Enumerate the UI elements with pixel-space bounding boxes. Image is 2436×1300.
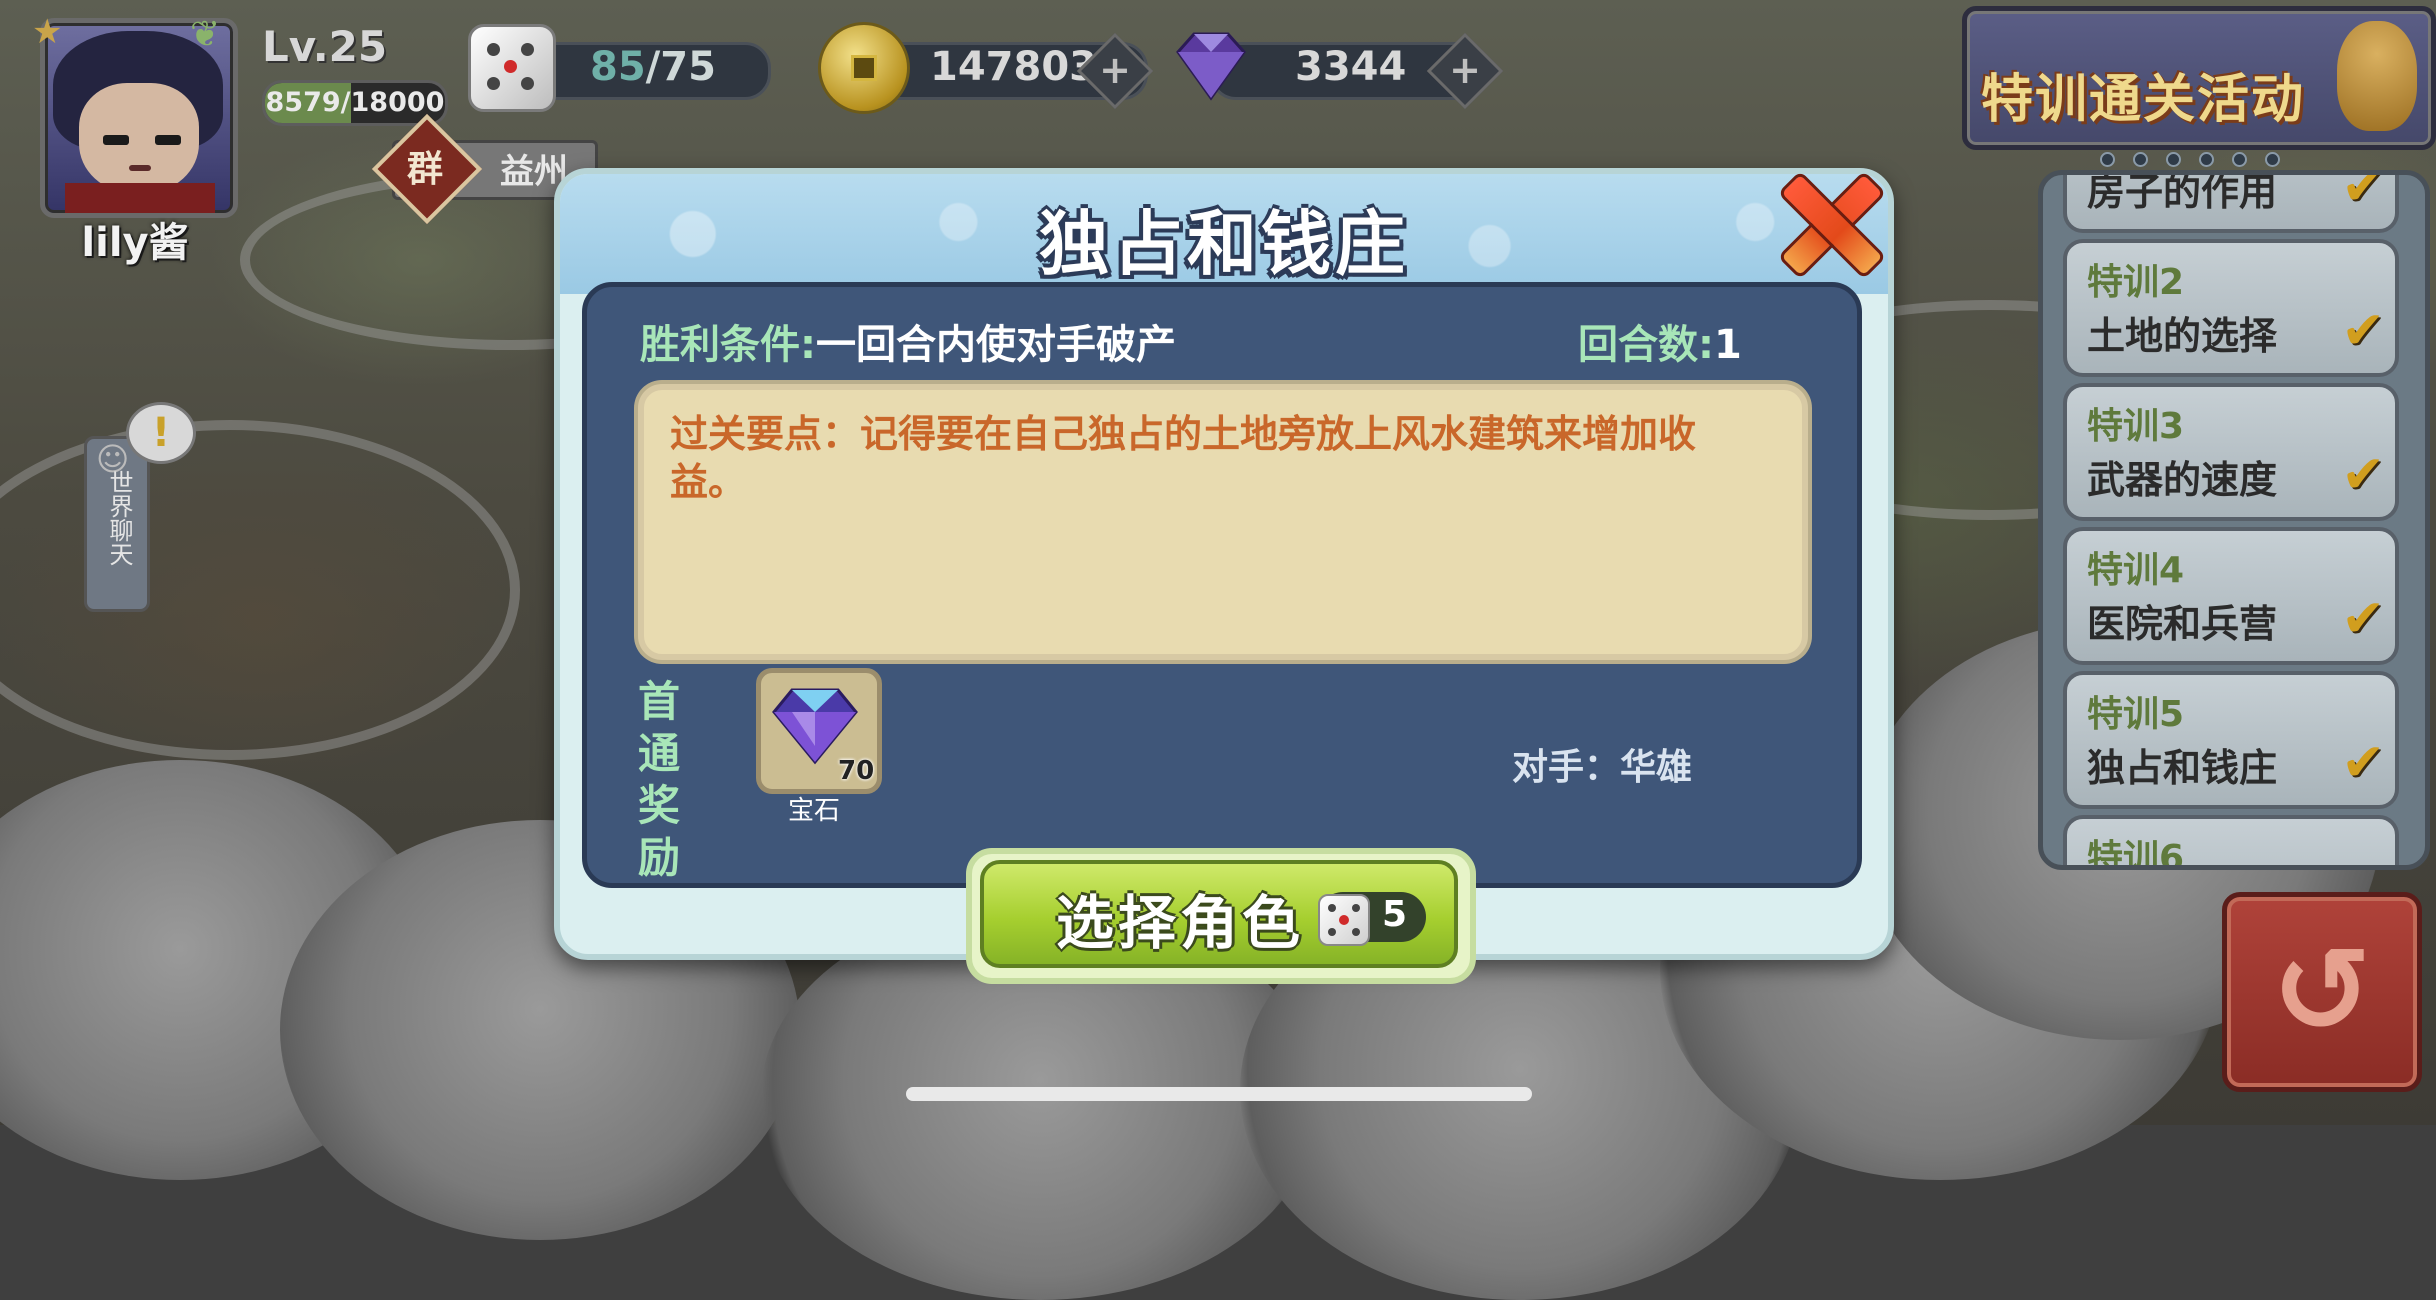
dice-value: 85/75 [590, 44, 716, 90]
check-icon: ✔ [2341, 733, 2385, 793]
avatar-face [79, 83, 199, 193]
avatar-eye [155, 135, 181, 145]
training-item[interactable]: 特训5 独占和钱庄 ✔ [2063, 671, 2399, 809]
map-river [0, 420, 520, 760]
page-dot[interactable] [2133, 152, 2148, 167]
gem-value: 3344 [1295, 44, 1407, 90]
dialog-title: 独占和钱庄 [1039, 203, 1409, 285]
turn-count-value: 1 [1714, 322, 1742, 368]
first-clear-reward-label: 首通奖励 [638, 677, 681, 882]
turn-count-label: 回合数: [1578, 322, 1714, 368]
check-icon: ✔ [2341, 445, 2385, 505]
plus-icon: + [1449, 48, 1481, 92]
close-button[interactable] [1774, 170, 1887, 280]
page-dot[interactable] [2265, 152, 2280, 167]
win-condition-value: 一回合内使对手破产 [816, 322, 1176, 368]
event-title: 特训通关活动 [1981, 70, 2306, 130]
dice-icon [468, 24, 556, 112]
player-level: Lv.25 [262, 22, 388, 71]
page-dot[interactable] [2100, 152, 2115, 167]
exp-text: 8579/18000 [265, 87, 445, 118]
training-item[interactable]: 特训6 [2063, 815, 2399, 870]
coin-hole [851, 55, 877, 81]
training-name: 土地的选择 [2087, 314, 2278, 358]
training-id: 特训4 [2087, 550, 2185, 591]
tip-text: 过关要点：记得要在自己独占的土地旁放上风水建筑来增加收益。 [670, 412, 1697, 504]
training-name: 独占和钱庄 [2087, 746, 2278, 790]
training-id: 特训6 [2087, 838, 2185, 870]
event-banner[interactable]: 特训通关活动 [1962, 6, 2436, 150]
dice-cost: 5 [1382, 894, 1408, 935]
training-list[interactable]: 房子的作用 ✔ 特训2 土地的选择 ✔ 特训3 武器的速度 ✔ 特训4 医院和兵… [2038, 170, 2430, 870]
dice-max: /75 [645, 44, 716, 90]
page-dot[interactable] [2232, 152, 2247, 167]
page-dot[interactable] [2166, 152, 2181, 167]
reward-item-name: 宝石 [787, 796, 840, 826]
mascot-icon [2337, 21, 2417, 131]
select-character-label: 选择角色 [1056, 889, 1305, 957]
star-icon: ★ [32, 12, 63, 52]
check-icon: ✔ [2341, 301, 2385, 361]
dice-icon [1318, 894, 1370, 946]
faction-label: 群 [406, 149, 443, 190]
gold-value: 147803 [930, 44, 1097, 90]
training-item[interactable]: 特训4 医院和兵营 ✔ [2063, 527, 2399, 665]
player-name: lily酱 [81, 220, 189, 266]
turn-count: 回合数:1 [1578, 312, 1742, 370]
world-chat-label: 世界聊天 [105, 470, 133, 566]
check-icon: ✔ [2341, 170, 2385, 217]
chat-alert-icon: ! [126, 402, 196, 464]
opponent-label: 对手：华雄 [1512, 747, 1693, 788]
plus-icon: + [1099, 48, 1131, 92]
check-icon: ✔ [2341, 589, 2385, 649]
win-condition-label: 胜利条件: [640, 322, 816, 368]
training-item[interactable]: 特训2 土地的选择 ✔ [2063, 239, 2399, 377]
dice-current: 85 [590, 44, 646, 90]
training-name: 医院和兵营 [2087, 602, 2278, 646]
banner-page-dots [2100, 152, 2300, 186]
gem-icon [1176, 32, 1246, 101]
training-id: 特训3 [2087, 406, 2185, 447]
home-indicator[interactable] [906, 1087, 1532, 1101]
training-id: 特训2 [2087, 262, 2185, 303]
training-item[interactable]: 房子的作用 ✔ [2063, 170, 2399, 233]
training-name: 房子的作用 [2087, 170, 2278, 214]
back-icon: ↺ [2271, 922, 2373, 1061]
avatar-eye [103, 135, 129, 145]
gold-coin-icon [818, 22, 910, 114]
training-id: 特训5 [2087, 694, 2185, 735]
page-dot[interactable] [2199, 152, 2214, 167]
avatar-mouth [129, 165, 151, 171]
training-name: 武器的速度 [2087, 458, 2278, 502]
reward-quantity: 70 [838, 756, 875, 786]
win-condition: 胜利条件:一回合内使对手破产 [640, 312, 1176, 370]
training-item[interactable]: 特训3 武器的速度 ✔ [2063, 383, 2399, 521]
sprout-icon: ❦ [190, 14, 221, 55]
back-button[interactable]: ↺ [2222, 892, 2422, 1092]
